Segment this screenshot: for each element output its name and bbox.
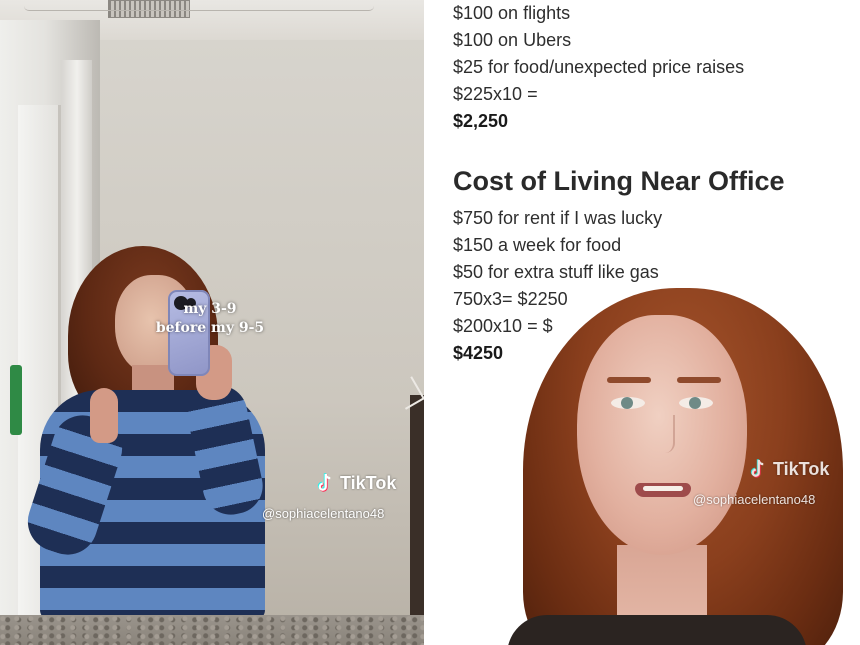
- video-caption: my 3-9 before my 9-5: [150, 300, 270, 338]
- shirt: [507, 615, 807, 645]
- tiktok-watermark: TikTok: [749, 458, 829, 480]
- mirror-edge: [24, 6, 374, 11]
- tiktok-watermark: TikTok: [316, 472, 396, 494]
- creator-handle: @sophiacelentano48: [693, 492, 816, 507]
- eyebrow: [607, 377, 651, 383]
- eyebrow: [677, 377, 721, 383]
- tiktok-logo-icon: [749, 458, 767, 480]
- thumbs-up-hand: [90, 388, 118, 443]
- green-towel: [10, 365, 22, 435]
- creator-handle: @sophiacelentano48: [262, 506, 385, 521]
- speaker: [427, 0, 860, 645]
- countertop: [0, 615, 427, 645]
- selfie-photo: my 3-9 before my 9-5 TikTok @sophiacelen…: [0, 0, 427, 645]
- caption-line-2: before my 9-5: [155, 320, 265, 336]
- tiktok-logo-icon: [316, 472, 334, 494]
- tiktok-brand: TikTok: [773, 458, 830, 479]
- face: [577, 315, 747, 555]
- eye: [679, 397, 713, 409]
- tiktok-brand: TikTok: [340, 472, 397, 493]
- caption-line-1: my 3-9: [183, 301, 237, 317]
- eye: [611, 397, 645, 409]
- nose: [653, 415, 675, 453]
- mouth: [635, 483, 691, 497]
- notes-video: $100 on flights $100 on Ubers $25 for fo…: [427, 0, 860, 645]
